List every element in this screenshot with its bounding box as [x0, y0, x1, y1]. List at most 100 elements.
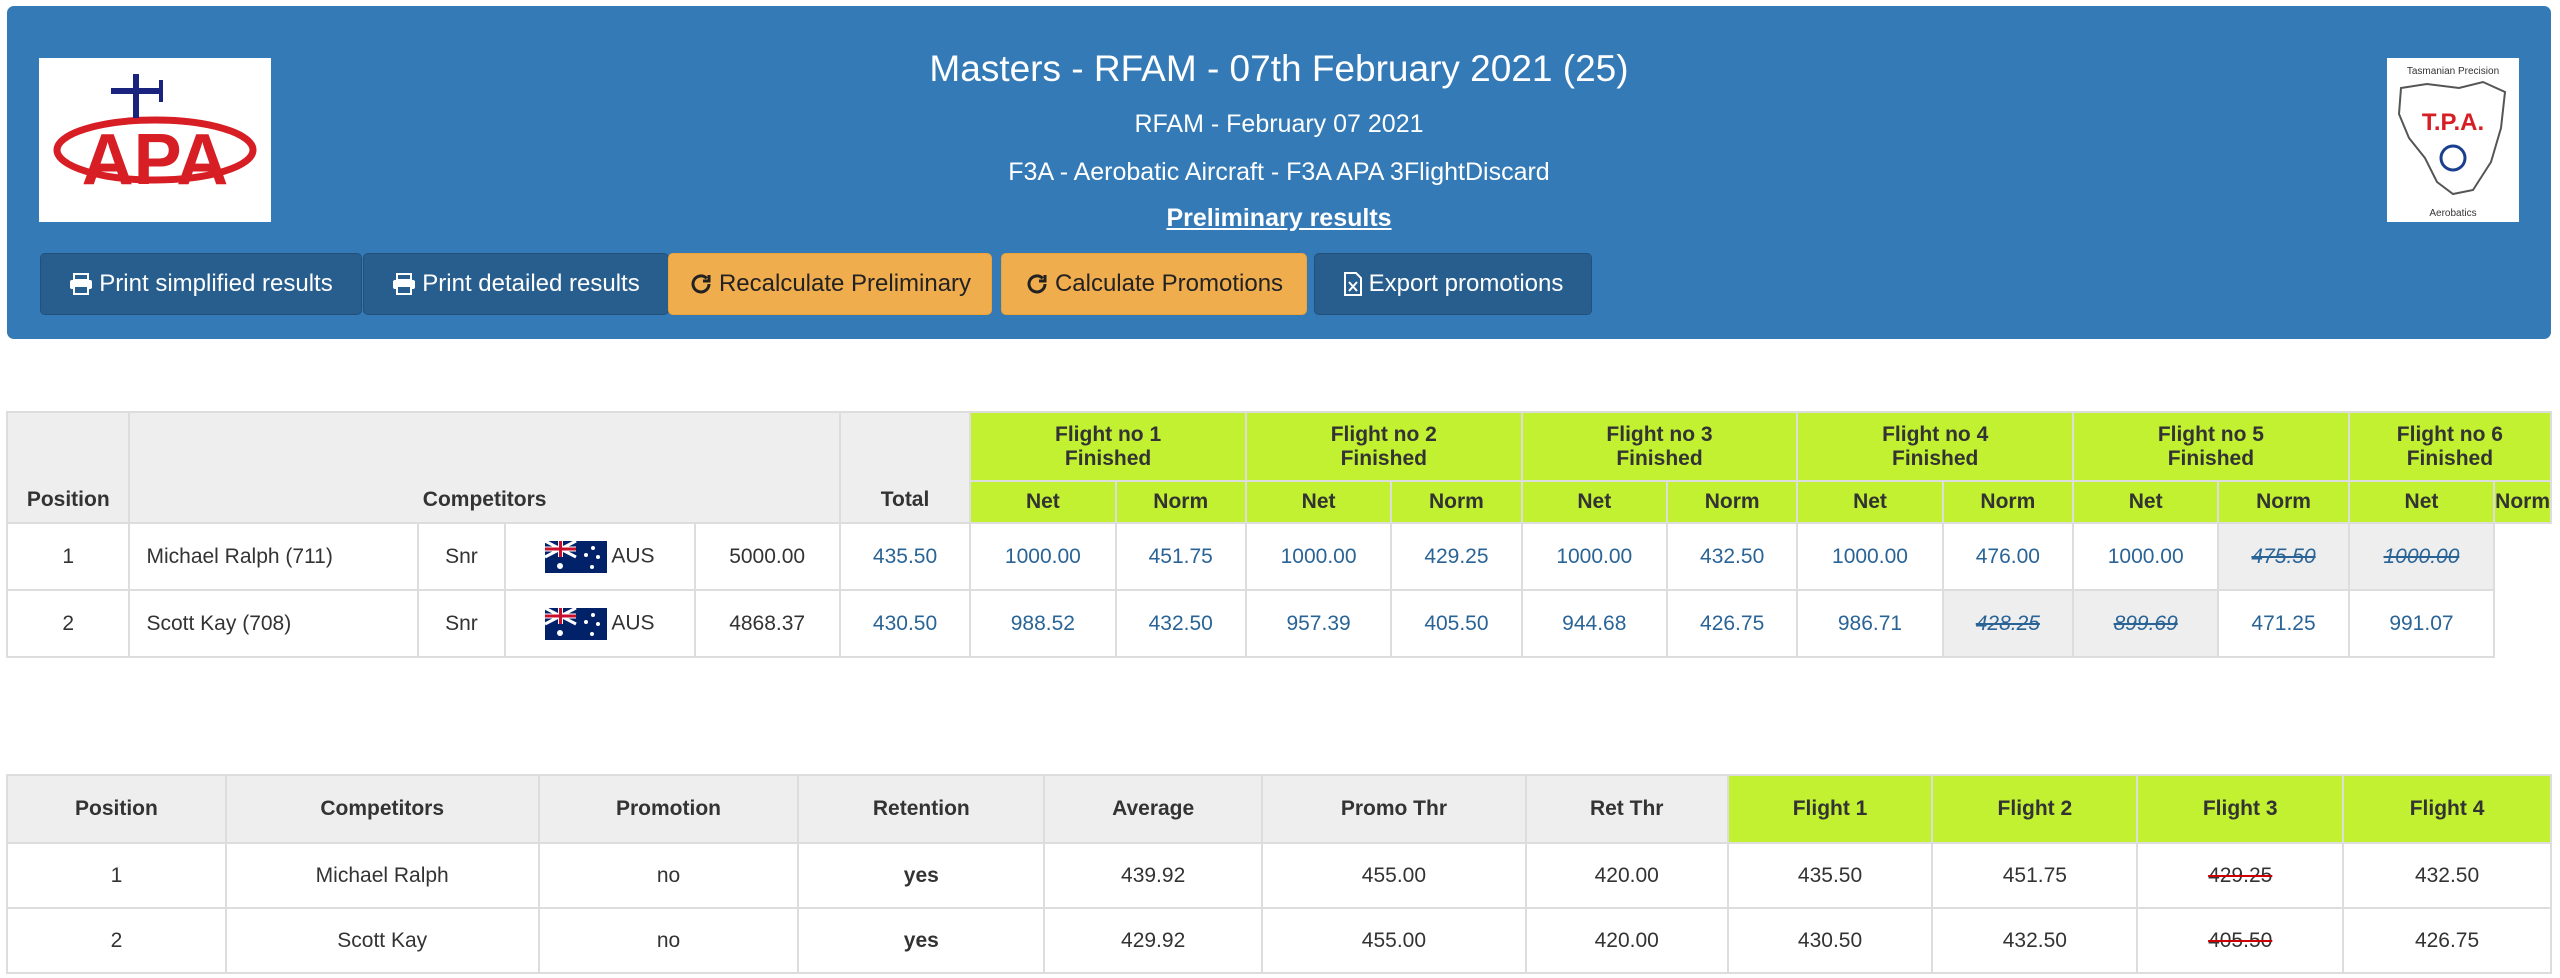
excel-file-icon: [1343, 272, 1362, 296]
norm-score: 1000.00: [1244, 522, 1393, 591]
print-detailed-button[interactable]: Print detailed results: [363, 253, 669, 315]
position-header: Position: [6, 774, 227, 844]
event-subtitle: RFAM - February 07 2021: [1134, 110, 1424, 138]
discarded-flight-score: 429.25: [2136, 842, 2345, 909]
flight-score: 430.50: [1726, 907, 1934, 974]
norm-score: 957.39: [1244, 589, 1393, 658]
norm-header: Norm: [2493, 480, 2552, 524]
net-header: Net: [969, 480, 1117, 524]
table-row: 1 Michael Ralph no yes 439.92 455.00 420…: [6, 842, 2552, 909]
net-header: Net: [1520, 480, 1668, 524]
total-header: Total: [838, 411, 972, 524]
total-cell: 4868.37: [693, 589, 841, 658]
ret-thr-cell: 420.00: [1524, 907, 1729, 974]
flight-header: Flight no 3 Finished: [1520, 411, 1799, 482]
discarded-norm-score: 1000.00: [2347, 522, 2496, 591]
flight-1-header: Flight 1: [1726, 774, 1934, 844]
promotion-header: Promotion: [537, 774, 800, 844]
flight-4-header: Flight 4: [2342, 774, 2552, 844]
promotion-cell: no: [537, 842, 800, 909]
competitors-header: Competitors: [128, 411, 841, 524]
retention-cell: yes: [797, 842, 1046, 909]
table-row: 2 Scott Kay no yes 429.92 455.00 420.00 …: [6, 907, 2552, 974]
promotions-table: Position Competitors Promotion Retention…: [6, 774, 2552, 974]
norm-header: Norm: [1390, 480, 1523, 524]
retention-header: Retention: [797, 774, 1046, 844]
flight-score: 435.50: [1726, 842, 1934, 909]
competitor-name: Michael Ralph: [224, 842, 540, 909]
print-icon: [393, 273, 416, 295]
promo-thr-cell: 455.00: [1261, 907, 1527, 974]
norm-score: 1000.00: [2072, 522, 2220, 591]
retention-cell: yes: [797, 907, 1046, 974]
position-cell: 2: [6, 907, 227, 974]
discarded-flight-score: 405.50: [2136, 907, 2345, 974]
net-score: 435.50: [838, 522, 972, 591]
net-score: 471.25: [2217, 589, 2350, 658]
norm-score: 944.68: [1520, 589, 1668, 658]
class-line: F3A - Aerobatic Aircraft - F3A APA 3Flig…: [1008, 158, 1550, 186]
page-title: Masters - RFAM - 07th February 2021 (25): [929, 48, 1629, 89]
print-icon: [70, 273, 93, 295]
flight-score: 426.75: [2342, 907, 2552, 974]
competitor-name: Michael Ralph (711): [128, 522, 419, 591]
flight-header: Flight no 2 Finished: [1244, 411, 1523, 482]
event-header: APA Masters - RFAM - 07th February 2021 …: [7, 6, 2551, 339]
export-promotions-button[interactable]: Export promotions: [1314, 253, 1592, 315]
competitors-header: Competitors: [224, 774, 540, 844]
australia-flag-icon: [545, 607, 608, 640]
norm-score: 988.52: [969, 589, 1117, 658]
promotion-cell: no: [537, 907, 800, 974]
net-score: 429.25: [1390, 522, 1523, 591]
net-header: Net: [2347, 480, 2496, 524]
average-cell: 439.92: [1043, 842, 1264, 909]
position-cell: 1: [5, 522, 131, 591]
norm-score: 1000.00: [1520, 522, 1668, 591]
svg-text:T.P.A.: T.P.A.: [2422, 109, 2484, 136]
flight-2-header: Flight 2: [1931, 774, 2139, 844]
norm-header: Norm: [1665, 480, 1799, 524]
flight-header: Flight no 5 Finished: [2072, 411, 2350, 482]
competitor-name: Scott Kay: [224, 907, 540, 974]
flight-score: 451.75: [1931, 842, 2139, 909]
net-score: 476.00: [1941, 522, 2075, 591]
flight-3-header: Flight 3: [2136, 774, 2345, 844]
ret-thr-cell: 420.00: [1524, 842, 1729, 909]
print-simplified-button[interactable]: Print simplified results: [40, 253, 362, 315]
norm-header: Norm: [1941, 480, 2075, 524]
net-score: 430.50: [838, 589, 972, 658]
net-header: Net: [1796, 480, 1944, 524]
flight-header: Flight no 6 Finished: [2347, 411, 2553, 482]
category-cell: Snr: [416, 522, 507, 591]
ret-thr-header: Ret Thr: [1524, 774, 1729, 844]
discarded-net-score: 475.50: [2217, 522, 2350, 591]
average-cell: 429.92: [1043, 907, 1264, 974]
position-cell: 2: [5, 589, 131, 658]
preliminary-results-link[interactable]: Preliminary results: [7, 204, 2551, 233]
svg-text:Aerobatics: Aerobatics: [2429, 208, 2476, 219]
promo-thr-header: Promo Thr: [1261, 774, 1527, 844]
table-row: 2 Scott Kay (708) Snr AUS 4868.37 430.50…: [5, 589, 2551, 658]
results-table: Position Competitors Total Flight no 1 Fi…: [5, 411, 2553, 658]
norm-score: 1000.00: [1796, 522, 1944, 591]
norm-score: 991.07: [2347, 589, 2496, 658]
norm-header: Norm: [1114, 480, 1247, 524]
flight-header: Flight no 4 Finished: [1796, 411, 2075, 482]
competitor-name: Scott Kay (708): [128, 589, 419, 658]
category-cell: Snr: [416, 589, 507, 658]
table-row: 1 Michael Ralph (711) Snr AUS 5000.00 43…: [5, 522, 2551, 591]
country-cell: AUS: [504, 589, 696, 658]
norm-header: Norm: [2217, 480, 2350, 524]
flight-score: 432.50: [1931, 907, 2139, 974]
norm-score: 986.71: [1796, 589, 1944, 658]
average-header: Average: [1043, 774, 1264, 844]
recalculate-preliminary-button[interactable]: Recalculate Preliminary: [668, 253, 992, 315]
position-header: Position: [5, 411, 131, 524]
net-header: Net: [2072, 480, 2220, 524]
flight-score: 432.50: [2342, 842, 2552, 909]
calculate-promotions-button[interactable]: Calculate Promotions: [1001, 253, 1307, 315]
discarded-net-score: 428.25: [1941, 589, 2075, 658]
norm-score: 1000.00: [969, 522, 1117, 591]
refresh-icon: [1027, 274, 1047, 294]
net-score: 426.75: [1665, 589, 1799, 658]
